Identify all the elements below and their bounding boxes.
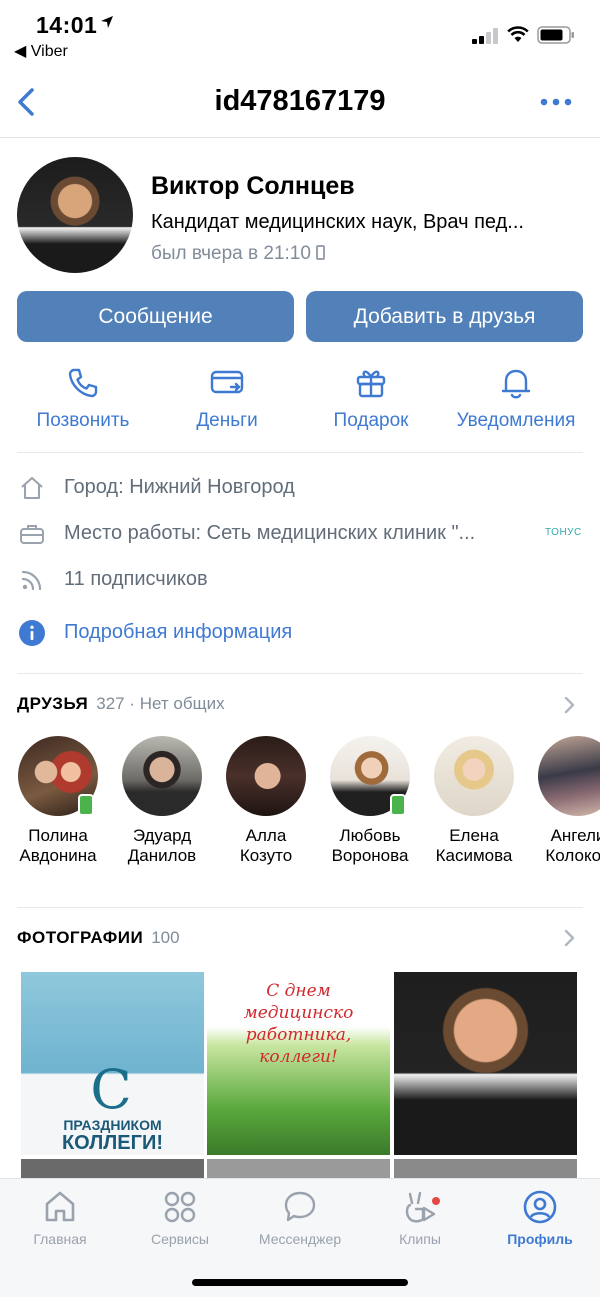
divider	[17, 452, 583, 453]
friend-name: АнгелиКолокол	[545, 826, 600, 865]
info-work-text[interactable]: Место работы: Сеть медицинских клиник ".…	[64, 522, 475, 545]
photo-caption: КОЛЛЕГИ!	[61, 1132, 164, 1154]
info-details-link[interactable]: Подробная информация	[0, 618, 600, 648]
divider	[17, 907, 583, 908]
action-gift[interactable]: Подарок	[296, 365, 446, 432]
friend-avatar	[538, 736, 600, 816]
profile-actions: Позвонить Деньги Подарок Уведомления	[0, 365, 600, 445]
home-indicator[interactable]	[192, 1279, 408, 1286]
tab-clips-label: Клипы	[399, 1231, 441, 1247]
photo-caption: С	[90, 1058, 132, 1121]
photo-caption: ПРАЗДНИКОМ	[63, 1117, 162, 1133]
mobile-device-icon	[315, 245, 325, 260]
tab-clips[interactable]: Клипы	[360, 1189, 480, 1247]
photos-header[interactable]: ФОТОГРАФИИ 100	[17, 928, 180, 948]
notification-dot	[432, 1197, 440, 1205]
friends-count: 327 · Нет общих	[96, 694, 225, 713]
status-time: 14:01	[36, 12, 98, 38]
profile-name: Виктор Солнцев	[151, 172, 355, 200]
friend-name: Алла Козуто	[239, 826, 293, 865]
workplace-logo[interactable]: ТОНУС	[545, 527, 582, 538]
message-button[interactable]: Сообщение	[17, 291, 294, 342]
photos-title: ФОТОГРАФИИ	[17, 928, 144, 947]
back-to-app-link[interactable]: ◀ Viber	[14, 41, 68, 61]
navigation-bar: id478167179	[0, 72, 600, 138]
mobile-online-icon	[78, 794, 94, 816]
friend-item[interactable]: Алла Козуто	[216, 736, 316, 866]
profile-avatar[interactable]	[17, 157, 133, 273]
tab-home-label: Главная	[33, 1231, 87, 1247]
location-arrow-icon	[101, 16, 113, 28]
friend-item[interactable]: АнгелиКолокол	[528, 736, 600, 866]
action-call-label: Позвонить	[36, 410, 130, 431]
info-icon	[19, 620, 45, 646]
profile-icon	[523, 1190, 557, 1224]
phone-icon	[68, 368, 98, 398]
photos-count: 100	[151, 928, 180, 947]
home-icon	[45, 1191, 75, 1222]
photo-caption: С днем медицинско работника, коллеги!	[243, 981, 354, 1067]
last-seen: был вчера в 21:10	[151, 243, 325, 265]
action-money-label: Деньги	[196, 410, 258, 431]
friend-item[interactable]: Эдуард Данилов	[112, 736, 212, 866]
briefcase-icon	[20, 525, 44, 544]
friends-title: ДРУЗЬЯ	[17, 694, 89, 713]
tab-messenger-label: Мессенджер	[258, 1231, 342, 1247]
profile-status-text[interactable]: Кандидат медицинских наук, Врач пед...	[151, 211, 581, 234]
more-options-icon[interactable]	[540, 98, 572, 106]
tab-profile[interactable]: Профиль	[480, 1189, 600, 1247]
friend-avatar	[18, 736, 98, 816]
messenger-icon	[284, 1191, 316, 1222]
money-card-icon	[210, 370, 244, 394]
page-title: id478167179	[214, 85, 386, 117]
divider	[17, 673, 583, 674]
friend-avatar	[330, 736, 410, 816]
home-icon	[21, 477, 43, 499]
friend-name: Елена Касимова	[435, 826, 513, 865]
action-gift-label: Подарок	[333, 410, 409, 431]
chevron-right-icon[interactable]	[563, 696, 575, 714]
action-notifications[interactable]: Уведомления	[441, 365, 591, 432]
friend-name: Любовь Воронова	[331, 826, 409, 865]
cellular-signal-icon	[472, 28, 498, 44]
info-city-text: Город: Нижний Новгород	[64, 476, 295, 498]
friends-header[interactable]: ДРУЗЬЯ 327 · Нет общих	[17, 694, 225, 714]
tab-services-label: Сервисы	[150, 1231, 209, 1247]
bell-icon	[501, 369, 531, 399]
add-friend-button[interactable]: Добавить в друзья	[306, 291, 583, 342]
friend-avatar	[434, 736, 514, 816]
friend-name: Эдуард Данилов	[127, 826, 197, 865]
photo-thumbnail[interactable]: С днем медицинско работника, коллеги!	[207, 972, 390, 1155]
clips-icon	[405, 1191, 436, 1223]
info-work[interactable]: Место работы: Сеть медицинских клиник ".…	[0, 519, 600, 549]
info-details-text[interactable]: Подробная информация	[64, 621, 292, 644]
services-icon	[164, 1191, 196, 1223]
battery-icon	[537, 26, 574, 44]
friend-item[interactable]: Полина Авдонина	[8, 736, 108, 866]
status-bar: 14:01 ◀ Viber	[0, 0, 600, 70]
friend-item[interactable]: Любовь Воронова	[320, 736, 420, 866]
photo-thumbnail[interactable]: С ПРАЗДНИКОМ КОЛЛЕГИ!	[21, 972, 204, 1155]
rss-followers-icon	[21, 570, 42, 591]
tab-profile-label: Профиль	[507, 1231, 573, 1247]
tab-services[interactable]: Сервисы	[120, 1189, 240, 1247]
last-seen-text: был вчера в 21:10	[151, 243, 311, 264]
friend-name: Полина Авдонина	[19, 826, 97, 865]
friend-avatar	[122, 736, 202, 816]
action-call[interactable]: Позвонить	[8, 365, 158, 432]
gift-icon	[356, 370, 386, 398]
photo-thumbnail[interactable]	[394, 972, 577, 1155]
mobile-online-icon	[390, 794, 406, 816]
wifi-icon	[507, 26, 529, 42]
info-followers-text[interactable]: 11 подписчиков	[64, 568, 208, 591]
info-city: Город: Нижний Новгород	[0, 473, 600, 503]
action-notifications-label: Уведомления	[456, 410, 576, 431]
info-followers[interactable]: 11 подписчиков	[0, 565, 600, 595]
tab-messenger[interactable]: Мессенджер	[240, 1189, 360, 1247]
friend-item[interactable]: Елена Касимова	[424, 736, 524, 866]
action-money[interactable]: Деньги	[152, 365, 302, 432]
chevron-right-icon[interactable]	[563, 929, 575, 947]
friend-avatar	[226, 736, 306, 816]
tab-home[interactable]: Главная	[0, 1189, 120, 1247]
